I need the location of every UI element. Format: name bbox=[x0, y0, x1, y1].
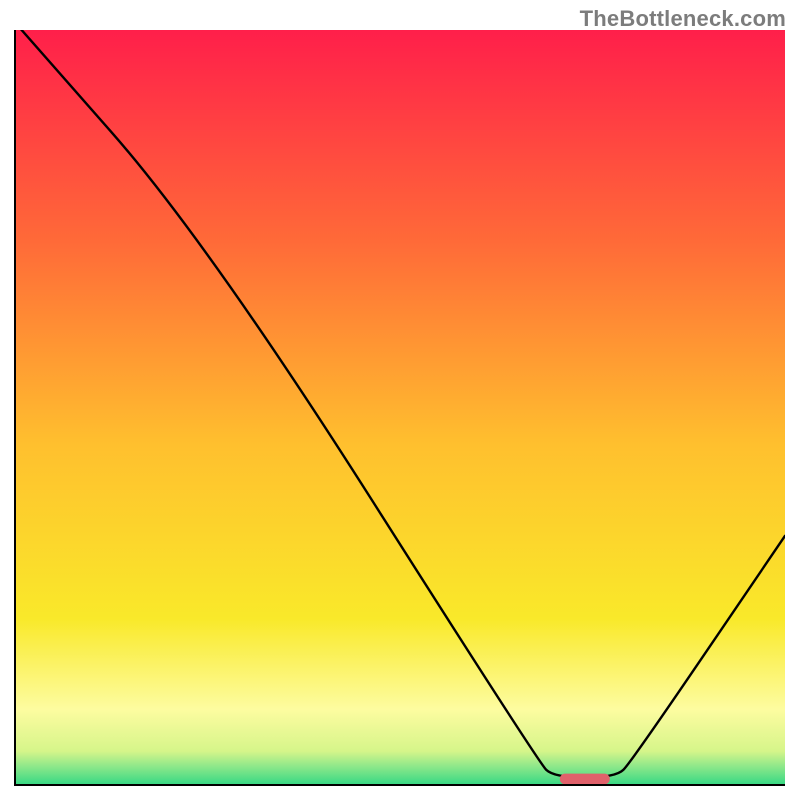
watermark-text: TheBottleneck.com bbox=[580, 6, 786, 32]
bottleneck-curve-chart bbox=[0, 0, 800, 800]
chart-container: TheBottleneck.com bbox=[0, 0, 800, 800]
gradient-background bbox=[15, 30, 785, 785]
optimal-marker bbox=[560, 774, 610, 785]
